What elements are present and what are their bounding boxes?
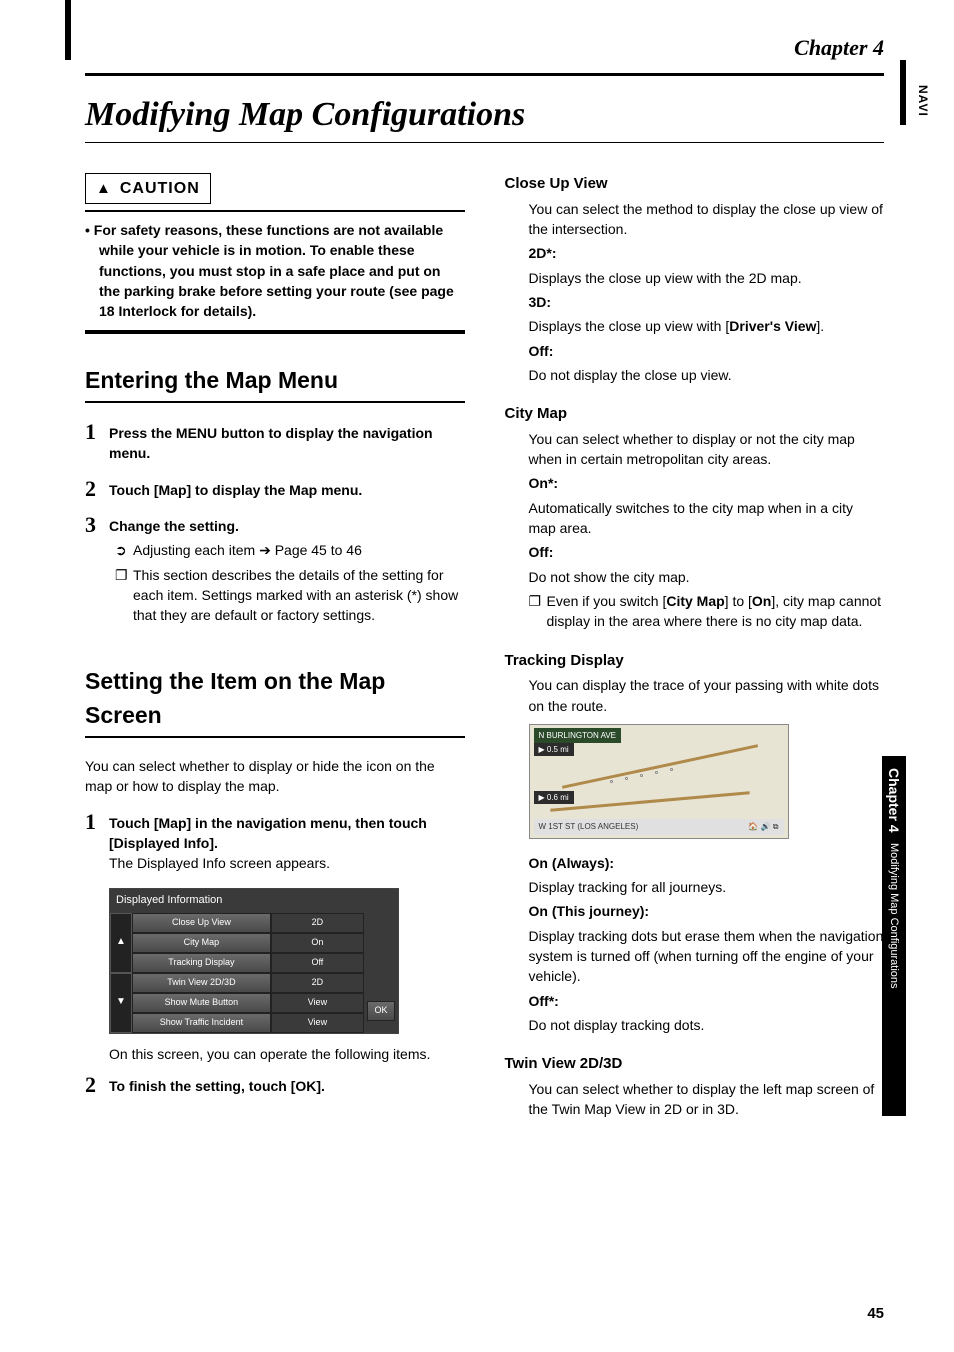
option-value: Display tracking for all journeys. (529, 877, 885, 897)
step-1b: 1 Touch [Map] in the navigation menu, th… (85, 811, 465, 874)
option-value: Do not display tracking dots. (529, 1015, 885, 1035)
step-number: 2 (85, 478, 109, 500)
step-text: Touch [Map] to display the Map menu. (109, 478, 465, 500)
divider (85, 142, 884, 143)
right-column: Close Up View You can select the method … (505, 173, 885, 1124)
warning-icon: ▲ (96, 178, 112, 200)
left-column: ▲ CAUTION • For safety reasons, these fu… (85, 173, 465, 1124)
screenshot-title: Displayed Information (110, 889, 398, 913)
heading-city-map: City Map (505, 403, 885, 425)
step-number: 2 (85, 1074, 109, 1096)
map-bottom-bar: W 1ST ST (LOS ANGELES) 🏠 🔊 ⧉ (534, 819, 784, 835)
after-screenshot-text: On this screen, you can operate the foll… (109, 1044, 465, 1064)
bullet-icon: ❐ (529, 591, 547, 611)
step-sub-text: The Displayed Info screen appears. (109, 853, 465, 873)
divider (85, 330, 465, 334)
caution-text: • For safety reasons, these functions ar… (99, 220, 465, 321)
map-location-label: W 1ST ST (LOS ANGELES) (539, 821, 639, 833)
step-2b: 2 To finish the setting, touch [OK]. (85, 1074, 465, 1096)
divider (85, 736, 465, 738)
map-distance-badge: ▶ 0.6 mi (534, 791, 574, 805)
option-key: On (This journey): (529, 901, 885, 921)
settings-list: Close Up View2D City MapOn Tracking Disp… (132, 913, 364, 1033)
heading-tracking-display: Tracking Display (505, 650, 885, 672)
option-value: Do not show the city map. (529, 567, 885, 587)
note-text: ❐Even if you switch [City Map] to [On], … (547, 591, 885, 632)
body-text: You can display the trace of your passin… (529, 675, 885, 716)
list-item-value: Off (271, 953, 364, 973)
step-text: Press the MENU button to display the nav… (109, 421, 465, 464)
chapter-header: Chapter 4 (85, 35, 884, 61)
sub-item: ➲Adjusting each item ➔ Page 45 to 46 (133, 540, 465, 560)
page-title: Modifying Map Configurations (85, 96, 884, 134)
scroll-arrows: ▲ ▼ (110, 913, 132, 1033)
heading-setting-item: Setting the Item on the Map Screen (85, 665, 465, 732)
page-number: 45 (867, 1305, 884, 1322)
body-text: You can select whether to display or not… (529, 429, 885, 470)
caution-label: ▲ CAUTION (85, 173, 211, 204)
down-arrow-icon[interactable]: ▼ (110, 973, 132, 1033)
side-tab-chapter: Chapter 4 (886, 768, 902, 833)
map-distance-badge: ▶ 0.5 mi (534, 743, 574, 757)
heading-entering-map-menu: Entering the Map Menu (85, 364, 465, 397)
list-item-value: 2D (271, 913, 364, 933)
step-3: 3 Change the setting. ➲Adjusting each it… (85, 514, 465, 625)
option-key: On*: (529, 473, 885, 493)
step-number: 1 (85, 421, 109, 464)
divider (85, 210, 465, 212)
list-item-label[interactable]: Show Traffic Incident (132, 1013, 271, 1033)
bullet-icon: ❐ (115, 565, 133, 585)
list-item-label[interactable]: Show Mute Button (132, 993, 271, 1013)
list-item-label[interactable]: Twin View 2D/3D (132, 973, 271, 993)
step-number: 1 (85, 811, 109, 874)
divider (85, 401, 465, 403)
option-key: Off: (529, 542, 885, 562)
map-street-label: N BURLINGTON AVE (534, 728, 622, 744)
body-text: You can select the method to display the… (529, 199, 885, 240)
step-text: To finish the setting, touch [OK]. (109, 1074, 465, 1096)
map-screenshot: N BURLINGTON AVE ▶ 0.5 mi ▶ 0.6 mi W 1ST… (529, 724, 789, 839)
document-page: Chapter 4 Modifying Map Configurations ▲… (0, 0, 954, 1352)
option-value: Displays the close up view with the 2D m… (529, 268, 885, 288)
map-icons: 🏠 🔊 ⧉ (748, 821, 778, 833)
side-tab: Chapter 4 Modifying Map Configurations (882, 756, 906, 1116)
list-item-label[interactable]: Tracking Display (132, 953, 271, 973)
body-text: You can select whether to display the le… (529, 1079, 885, 1120)
option-key: 2D*: (529, 243, 885, 263)
step-text: Change the setting. (109, 516, 465, 536)
list-item-label[interactable]: City Map (132, 933, 271, 953)
bullet-icon: ➲ (115, 540, 133, 560)
option-key: Off: (529, 341, 885, 361)
sub-item: ❐This section describes the details of t… (133, 565, 465, 626)
list-item-value: View (271, 993, 364, 1013)
option-value: Do not display the close up view. (529, 365, 885, 385)
step-number: 3 (85, 514, 109, 625)
option-value: Display tracking dots but erase them whe… (529, 926, 885, 987)
option-key: On (Always): (529, 853, 885, 873)
step-text: Touch [Map] in the navigation menu, then… (109, 813, 465, 854)
displayed-info-screenshot: Displayed Information ▲ ▼ Close Up View2… (109, 888, 399, 1034)
divider (85, 73, 884, 76)
step-2: 2 Touch [Map] to display the Map menu. (85, 478, 465, 500)
list-item-value: 2D (271, 973, 364, 993)
ok-button[interactable]: OK (367, 1001, 394, 1020)
option-key: Off*: (529, 991, 885, 1011)
side-tab-title: Modifying Map Configurations (888, 843, 900, 989)
list-item-value: View (271, 1013, 364, 1033)
option-key: 3D: (529, 292, 885, 312)
list-item-value: On (271, 933, 364, 953)
option-value: Automatically switches to the city map w… (529, 498, 885, 539)
step-1: 1 Press the MENU button to display the n… (85, 421, 465, 464)
option-value: Displays the close up view with [Driver'… (529, 316, 885, 336)
intro-text: You can select whether to display or hid… (85, 756, 465, 797)
list-item-label[interactable]: Close Up View (132, 913, 271, 933)
up-arrow-icon[interactable]: ▲ (110, 913, 132, 973)
caution-label-text: CAUTION (120, 177, 200, 200)
heading-twin-view: Twin View 2D/3D (505, 1053, 885, 1075)
heading-close-up-view: Close Up View (505, 173, 885, 195)
